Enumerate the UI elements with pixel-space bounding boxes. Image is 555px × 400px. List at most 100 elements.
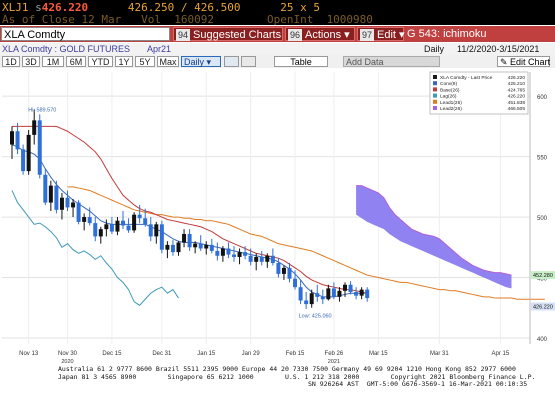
candle-body xyxy=(165,244,170,250)
footer-line-3: SN 926264 AST GMT-5:00 G676-3569-1 16-Ma… xyxy=(308,380,528,388)
actions-button[interactable]: 96 Actions ▾ xyxy=(285,27,355,41)
add-data-input[interactable]: Add Data xyxy=(343,56,440,67)
contract: Apr21 xyxy=(147,44,172,54)
candle-body xyxy=(54,185,59,210)
chevron-down-icon: ▾ xyxy=(395,29,405,41)
high-label: Hi: 589.570 xyxy=(28,107,56,113)
actions-label: Actions xyxy=(305,29,342,41)
candle-body xyxy=(32,120,37,135)
candle-body xyxy=(237,252,242,257)
period-button-1y[interactable]: 1Y xyxy=(115,56,133,67)
edit-chart-label: Edit Chart xyxy=(510,57,551,67)
edit-button[interactable]: 97 Edit ▾ xyxy=(357,27,405,41)
period-button-ytd[interactable]: YTD xyxy=(88,56,113,67)
candle-body xyxy=(248,255,253,262)
legend-swatch xyxy=(433,106,437,110)
candle-body xyxy=(126,225,131,231)
candle-body xyxy=(21,149,26,172)
candle-body xyxy=(315,293,320,297)
y-tick-label: 500 xyxy=(537,216,548,222)
terminal-header: XLJ1 s426.220 426.250 / 426.500 25 x 5 A… xyxy=(0,0,555,26)
candle-body xyxy=(132,214,137,231)
chevron-down-icon: ▾ xyxy=(341,29,350,41)
period-button-3d[interactable]: 3D xyxy=(22,56,40,67)
candle-body xyxy=(143,218,148,225)
x-tick-label: Jan 15 xyxy=(197,351,216,357)
price-tag-lead: 452.280 xyxy=(533,273,553,279)
candle-body xyxy=(48,185,53,203)
candle-body xyxy=(115,220,120,232)
candle-body xyxy=(209,244,214,251)
legend-value: 426.220 xyxy=(508,75,526,81)
candle-body xyxy=(182,233,187,243)
period-button-1m[interactable]: 1M xyxy=(42,56,64,67)
low-label: Low: 425.060 xyxy=(299,314,332,320)
close-line: As of Close 12 Mar Vol 160092 OpenInt 10… xyxy=(2,13,373,26)
candle-body xyxy=(170,244,175,253)
chart-type-icon[interactable] xyxy=(224,56,239,67)
candle-body xyxy=(104,224,109,230)
period-button-max[interactable]: Max xyxy=(157,56,179,67)
candle-body xyxy=(109,224,114,232)
candle-body xyxy=(93,223,98,237)
period-button-5y[interactable]: 5Y xyxy=(135,56,155,67)
candle-body xyxy=(309,293,314,305)
suggested-num: 94 xyxy=(176,29,191,41)
y-tick-label: 550 xyxy=(537,156,548,162)
y-tick-label: 400 xyxy=(537,337,548,343)
candle-body xyxy=(71,202,76,208)
suggested-charts-button[interactable]: 94 Suggested Charts xyxy=(173,27,283,41)
candle-body xyxy=(43,174,48,203)
periodicity-label: Daily xyxy=(424,44,445,54)
legend-label: Lead1(26) xyxy=(440,100,462,106)
legend-value: 424.765 xyxy=(508,87,526,93)
candle-body xyxy=(137,214,142,219)
legend-label: Base(26) xyxy=(440,87,460,93)
legend-label: Conv(9) xyxy=(440,81,457,87)
price-tag-last: 426.220 xyxy=(533,305,553,311)
candle-body xyxy=(293,278,298,288)
ichimoku-chart[interactable]: 400450500550600Nov 13 Nov 302020Dec 15 Dec… xyxy=(0,68,555,366)
date-range: 11/2/2020-3/15/2021 xyxy=(457,44,540,54)
legend-swatch xyxy=(433,99,437,104)
candle-body xyxy=(243,252,248,256)
x-tick-label: Mar 31 xyxy=(430,351,449,357)
candle-body xyxy=(65,197,70,208)
legend-value: 426.220 xyxy=(508,94,526,100)
edit-chart-button[interactable]: ✎ Edit Chart xyxy=(497,56,550,67)
compare-icon[interactable] xyxy=(241,56,256,67)
table-button[interactable]: Table xyxy=(274,56,328,67)
legend-value: 425.210 xyxy=(508,81,526,87)
as-of: As of Close 12 Mar xyxy=(2,13,122,26)
candle-body xyxy=(287,267,292,279)
y-tick-label: 600 xyxy=(537,95,548,101)
candle-body xyxy=(337,290,342,297)
security-input[interactable]: XLA Comdty xyxy=(1,27,170,41)
candle-body xyxy=(193,243,198,248)
periodicity-select[interactable]: Daily ▾ xyxy=(181,56,221,67)
legend-label: Lag(26) xyxy=(440,94,457,100)
candle-body xyxy=(154,224,159,237)
candle-body xyxy=(37,120,42,175)
candle-body xyxy=(59,197,64,210)
period-button-1d[interactable]: 1D xyxy=(2,56,20,67)
candle-body xyxy=(148,224,153,237)
candle-body xyxy=(259,256,264,262)
candle-body xyxy=(254,256,259,262)
x-tick-label: Feb 15 xyxy=(286,351,305,357)
candle-body xyxy=(270,255,275,264)
openint-value: 1000980 xyxy=(326,13,373,26)
pencil-icon: ✎ xyxy=(500,57,511,67)
daily-label: Daily xyxy=(184,57,205,67)
legend-swatch xyxy=(433,75,437,79)
candle-body xyxy=(10,131,14,145)
x-tick-label: Feb 26 xyxy=(325,351,344,357)
period-button-6m[interactable]: 6M xyxy=(66,56,86,67)
x-tick-label: Dec 15 xyxy=(102,351,122,357)
candle-body xyxy=(26,134,31,172)
candle-body xyxy=(365,289,370,299)
candle-body xyxy=(348,284,353,293)
candle-body xyxy=(320,296,325,300)
vol-label: Vol xyxy=(141,13,161,26)
candle-body xyxy=(215,250,220,256)
